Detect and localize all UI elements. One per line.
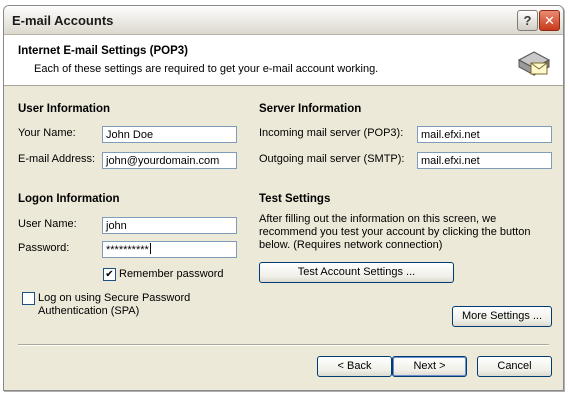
next-button[interactable]: Next > — [392, 356, 467, 377]
server-info-heading: Server Information — [259, 103, 362, 115]
test-desc-line3: below. (Requires network connection) — [259, 239, 443, 251]
outgoing-server-field[interactable]: mail.efxi.net — [417, 152, 552, 169]
password-label: Password: — [18, 242, 70, 254]
text-caret — [149, 243, 151, 254]
page-title: Internet E-mail Settings (POP3) — [18, 45, 188, 57]
logon-info-heading: Logon Information — [18, 193, 120, 205]
email-address-field[interactable]: john@yourdomain.com — [102, 152, 237, 169]
close-button[interactable]: ✕ — [539, 10, 560, 31]
test-account-settings-button[interactable]: Test Account Settings ... — [259, 262, 454, 283]
help-button[interactable]: ? — [517, 10, 538, 31]
spa-label-line1[interactable]: Log on using Secure Password — [38, 292, 190, 304]
mail-server-icon — [517, 51, 551, 76]
spa-label-line2[interactable]: Authentication (SPA) — [38, 305, 139, 317]
dialog-header: Internet E-mail Settings (POP3) Each of … — [4, 35, 563, 86]
password-mask: ********** — [106, 244, 149, 256]
user-name-label: User Name: — [18, 218, 77, 230]
email-address-label: E-mail Address: — [18, 153, 96, 165]
your-name-label: Your Name: — [18, 127, 76, 139]
your-name-field[interactable]: John Doe — [102, 126, 237, 143]
email-accounts-dialog: E-mail Accounts ? ✕ Internet E-mail Sett… — [3, 5, 564, 391]
back-button[interactable]: < Back — [317, 356, 392, 377]
user-info-heading: User Information — [18, 103, 111, 115]
more-settings-button[interactable]: More Settings ... — [452, 306, 552, 327]
user-name-field[interactable]: john — [102, 217, 237, 234]
spa-checkbox[interactable] — [22, 292, 35, 305]
test-settings-heading: Test Settings — [259, 193, 331, 205]
incoming-server-field[interactable]: mail.efxi.net — [417, 126, 552, 143]
footer-separator — [18, 344, 549, 346]
remember-password-checkbox[interactable]: ✔ — [103, 268, 116, 281]
password-field[interactable]: ********** — [102, 241, 237, 258]
page-subtitle: Each of these settings are required to g… — [34, 63, 379, 75]
cancel-button[interactable]: Cancel — [477, 356, 552, 377]
test-desc-line2: recommend you test your account by click… — [259, 226, 531, 238]
remember-password-label[interactable]: Remember password — [119, 268, 224, 280]
title-bar[interactable]: E-mail Accounts ? ✕ — [4, 6, 563, 35]
outgoing-server-label: Outgoing mail server (SMTP): — [259, 153, 405, 165]
window-title: E-mail Accounts — [12, 13, 114, 28]
incoming-server-label: Incoming mail server (POP3): — [259, 127, 404, 139]
test-desc-line1: After filling out the information on thi… — [259, 213, 497, 225]
